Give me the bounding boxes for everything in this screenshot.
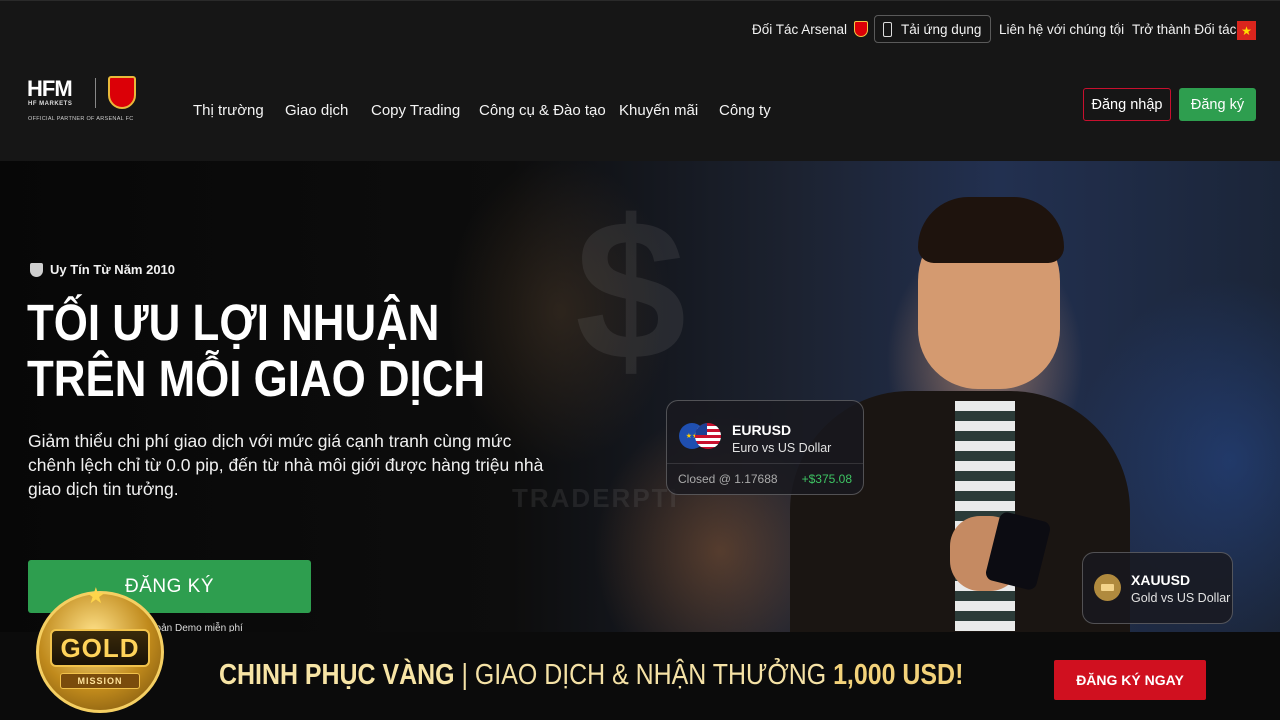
main-navbar: HFM HF MARKETS OFFICIAL PARTNER OF ARSEN…: [0, 56, 1280, 161]
hero-title-line-1: TỐI ƯU LỢI NHUẬN: [27, 294, 440, 351]
eurusd-name: Euro vs US Dollar: [732, 441, 832, 455]
eurusd-flags: ★★: [679, 423, 721, 449]
xauusd-symbol: XAUUSD: [1131, 572, 1191, 588]
logo-subtitle: HF MARKETS: [28, 101, 73, 107]
logo-divider: [95, 78, 96, 108]
nav-item-trading[interactable]: Giao dịch: [285, 102, 348, 119]
eurusd-card: ★★ EURUSD Euro vs US Dollar Closed @ 1.1…: [666, 400, 864, 495]
arsenal-partner-link[interactable]: Đối Tác Arsenal: [752, 15, 869, 43]
nav-item-promotions[interactable]: Khuyến mãi: [619, 102, 698, 119]
hero-description: Giảm thiểu chi phí giao dịch với mức giá…: [28, 431, 544, 499]
promo-amount: 1,000 USD!: [833, 659, 964, 691]
contact-label: Liên hệ với chúng tôi: [999, 21, 1125, 37]
top-utility-bar: Đối Tác Arsenal Tải ứng dụng Liên hệ với…: [0, 0, 1280, 56]
arsenal-crest-icon: [108, 76, 136, 109]
medal-gold-word: GOLD: [50, 629, 150, 667]
download-app-label: Tải ứng dụng: [901, 21, 982, 37]
trust-badge: Uy Tín Từ Năm 2010: [30, 262, 175, 277]
promo-separator: |: [454, 659, 475, 691]
eurusd-profit: +$375.08: [801, 472, 852, 486]
phone-icon: [883, 21, 892, 37]
logo-wordmark: HFM: [27, 76, 73, 101]
login-button[interactable]: Đăng nhập: [1083, 88, 1171, 121]
trust-badge-label: Uy Tín Từ Năm 2010: [50, 262, 176, 277]
promo-headline-normal: GIAO DỊCH & NHẬN THƯỞNG: [474, 659, 834, 691]
gold-bar-icon: [1094, 574, 1121, 601]
arsenal-crest-icon: [854, 21, 869, 37]
register-now-button[interactable]: ĐĂNG KÝ NGAY: [1054, 660, 1206, 700]
eurusd-symbol: EURUSD: [732, 422, 792, 438]
promo-headline-bold: CHINH PHỤC VÀNG: [219, 659, 455, 691]
contact-link[interactable]: Liên hệ với chúng tôi: [999, 15, 1124, 43]
star-icon: ★: [86, 583, 106, 608]
divider: [1118, 22, 1119, 36]
shield-icon: [30, 262, 43, 277]
promo-headline: CHINH PHỤC VÀNG | GIAO DỊCH & NHẬN THƯỞN…: [219, 659, 963, 692]
watermark-dollar: $: [575, 179, 687, 402]
hero-title-line-2: TRÊN MỖI GIAO DỊCH: [27, 350, 486, 407]
logo-partner-line: OFFICIAL PARTNER OF ARSENAL FC: [28, 116, 134, 122]
vn-flag-icon[interactable]: ★: [1237, 21, 1256, 40]
nav-item-company[interactable]: Công ty: [719, 102, 771, 119]
card-divider: [667, 463, 863, 464]
nav-item-markets[interactable]: Thị trường: [193, 102, 264, 119]
hero-title: TỐI ƯU LỢI NHUẬN TRÊN MỖI GIAO DỊCH: [27, 295, 485, 407]
hero-person-hair: [918, 197, 1064, 263]
hfm-logo[interactable]: HFM HF MARKETS OFFICIAL PARTNER OF ARSEN…: [27, 76, 142, 126]
eurusd-closed-price: Closed @ 1.17688: [678, 472, 778, 486]
hero-banner: $ TRADERPTI Uy Tín Từ Năm 2010 TỐI ƯU LỢ…: [0, 161, 1280, 632]
become-partner-label: Trở thành Đối tác: [1132, 21, 1237, 37]
medal-ribbon: MISSION: [60, 673, 140, 689]
nav-item-tools-education[interactable]: Công cụ & Đào tạo: [479, 102, 606, 119]
download-app-button[interactable]: Tải ứng dụng: [874, 15, 992, 43]
gold-mission-medal: ★ GOLD MISSION: [30, 583, 170, 715]
xauusd-card: XAUUSD Gold vs US Dollar: [1082, 552, 1233, 624]
arsenal-partner-label: Đối Tác Arsenal: [752, 21, 848, 37]
us-flag-icon: [695, 423, 721, 449]
nav-item-copy-trading[interactable]: Copy Trading: [371, 102, 460, 119]
xauusd-name: Gold vs US Dollar: [1131, 591, 1231, 605]
register-button[interactable]: Đăng ký: [1179, 88, 1256, 121]
become-partner-link[interactable]: Trở thành Đối tác: [1132, 15, 1236, 43]
